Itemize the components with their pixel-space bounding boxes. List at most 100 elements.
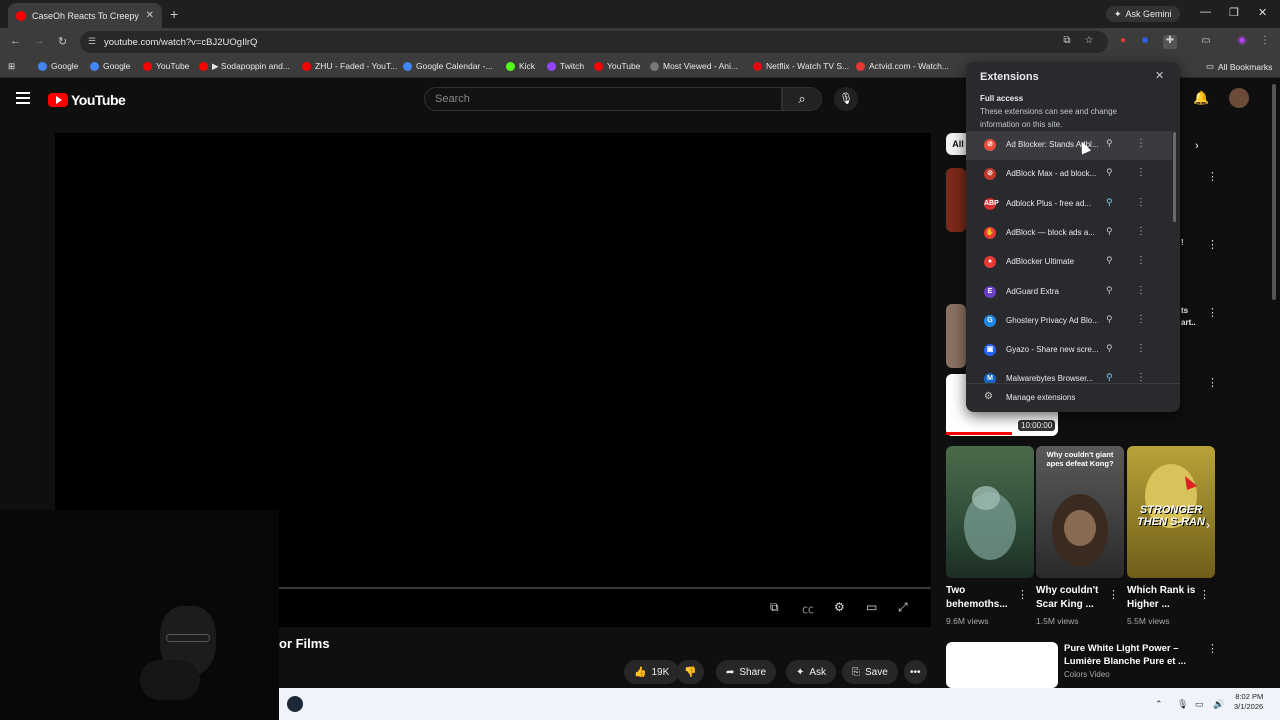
video-progress-bar[interactable]: [279, 587, 931, 589]
rec-title[interactable]: Pure White Light Power – Lumière Blanche…: [1064, 642, 1194, 668]
profile-icon[interactable]: ◉: [1235, 35, 1249, 49]
ask-button[interactable]: ✦ Ask: [786, 660, 837, 684]
system-clock[interactable]: 8:02 PM 3/1/2026: [1234, 692, 1263, 712]
save-button[interactable]: ⎘ Save: [842, 660, 898, 684]
youtube-logo[interactable]: YouTube: [48, 92, 126, 108]
rec-thumbnail[interactable]: [946, 304, 966, 368]
install-app-icon[interactable]: ⧉: [1060, 35, 1074, 49]
pin-icon[interactable]: ⚲: [1106, 226, 1113, 237]
short-thumbnail-1[interactable]: Why couldn't giant apes defeat Kong?: [1036, 446, 1124, 578]
more-vert-icon[interactable]: ⋮: [1136, 285, 1146, 296]
manage-extensions-button[interactable]: ⚙ Manage extensions: [966, 383, 1180, 412]
more-vert-icon[interactable]: ⋮: [1136, 138, 1146, 149]
extension-row[interactable]: G Ghostery Privacy Ad Blo... ⚲ ⋮: [966, 307, 1172, 336]
rec-thumbnail[interactable]: [946, 642, 1058, 688]
side-panel-icon[interactable]: ▭: [1199, 35, 1213, 49]
bookmark-8[interactable]: YouTube: [594, 61, 640, 71]
new-tab-button[interactable]: +: [170, 6, 178, 22]
pin-icon[interactable]: ⚲: [1106, 343, 1113, 354]
pin-icon[interactable]: ⚲: [1106, 197, 1113, 208]
more-vert-icon[interactable]: ⋮: [1207, 238, 1218, 251]
bookmark-6[interactable]: Kick: [506, 61, 535, 71]
bookmark-7[interactable]: Twitch: [547, 61, 584, 71]
dislike-button[interactable]: 👎: [676, 660, 705, 684]
more-vert-icon[interactable]: ⋮: [1136, 197, 1146, 208]
pin-icon[interactable]: ⚲: [1106, 255, 1113, 266]
short-thumbnail-0[interactable]: [946, 446, 1034, 578]
extension-row[interactable]: ⊘ AdBlock Max - ad block... ⚲ ⋮: [966, 160, 1172, 189]
avatar[interactable]: [1229, 88, 1249, 108]
volume-icon[interactable]: 🔊: [1213, 699, 1224, 710]
restore-icon[interactable]: ❐: [1229, 6, 1239, 19]
gyazo-toolbar-icon[interactable]: ■: [1138, 35, 1152, 49]
microphone-icon[interactable]: 🎙: [1177, 699, 1188, 710]
search-input[interactable]: Search: [424, 87, 782, 111]
more-vert-icon[interactable]: ⋮: [1017, 588, 1028, 601]
extension-row[interactable]: M Malwarebytes Browser... ⚲ ⋮: [966, 365, 1172, 383]
extensions-puzzle-icon[interactable]: ✚: [1163, 35, 1177, 49]
extension-row[interactable]: ABP Adblock Plus - free ad... ⚲ ⋮: [966, 190, 1172, 219]
more-vert-icon[interactable]: ⋮: [1207, 306, 1218, 319]
captions-icon[interactable]: ㏄: [802, 600, 814, 617]
theater-mode-icon[interactable]: ▭: [866, 600, 877, 614]
more-vert-icon[interactable]: ⋮: [1136, 167, 1146, 178]
more-vert-icon[interactable]: ⋮: [1199, 588, 1210, 601]
page-scrollbar[interactable]: [1272, 84, 1276, 300]
short-thumbnail-2[interactable]: STRONGER THEN S-RAN: [1127, 446, 1215, 578]
more-vert-icon[interactable]: ⋮: [1136, 343, 1146, 354]
extension-row[interactable]: ● AdBlocker Ultimate ⚲ ⋮: [966, 248, 1172, 277]
search-button[interactable]: ⌕: [782, 87, 822, 111]
bookmark-2[interactable]: YouTube: [143, 61, 189, 71]
network-icon[interactable]: ▭: [1195, 699, 1204, 710]
bookmark-1[interactable]: Google: [90, 61, 130, 71]
share-button[interactable]: ➦ Share: [716, 660, 777, 684]
forward-icon[interactable]: →: [34, 35, 45, 47]
hamburger-menu-icon[interactable]: [16, 92, 30, 104]
short-title[interactable]: Why couldn't Scar King ...: [1036, 584, 1112, 612]
more-vert-icon[interactable]: ⋮: [1207, 170, 1218, 183]
bookmark-10[interactable]: Netflix - Watch TV S...: [753, 61, 849, 71]
bookmark-5[interactable]: Google Calendar -...: [403, 61, 493, 71]
adblock-toolbar-icon[interactable]: ●: [1116, 35, 1130, 49]
steam-icon[interactable]: [287, 696, 303, 712]
fullscreen-icon[interactable]: ⤢: [898, 600, 908, 615]
minimize-icon[interactable]: —: [1200, 6, 1211, 18]
pin-icon[interactable]: ⚲: [1106, 167, 1113, 178]
notifications-bell-icon[interactable]: 🔔: [1193, 90, 1209, 106]
more-actions-button[interactable]: •••: [904, 660, 927, 684]
chevron-right-icon[interactable]: ›: [1195, 140, 1199, 152]
bookmark-star-icon[interactable]: ☆: [1082, 35, 1096, 49]
more-vert-icon[interactable]: ⋮: [1207, 642, 1218, 655]
more-vert-icon[interactable]: ⋮: [1108, 588, 1119, 601]
bookmark-4[interactable]: ZHU - Faded - YouT...: [302, 61, 397, 71]
back-icon[interactable]: ←: [10, 35, 21, 47]
short-title[interactable]: Which Rank is Higher ...: [1127, 584, 1203, 612]
voice-search-icon[interactable]: 🎙: [834, 87, 858, 111]
ask-gemini-button[interactable]: ✦ Ask Gemini: [1106, 6, 1180, 22]
menu-kebab-icon[interactable]: ⋮: [1258, 35, 1272, 49]
bookmark-3[interactable]: ▶ Sodapoppin and...: [199, 61, 290, 72]
short-title[interactable]: Two behemoths...: [946, 584, 1022, 612]
bookmark-11[interactable]: Actvid.com - Watch...: [856, 61, 949, 71]
tab-active[interactable]: CaseOh Reacts To Creepy Short ✕: [8, 3, 162, 28]
pin-icon[interactable]: ⚲: [1106, 138, 1113, 149]
more-vert-icon[interactable]: ⋮: [1136, 372, 1146, 383]
bookmark-0[interactable]: Google: [38, 61, 78, 71]
close-icon[interactable]: ✕: [1155, 69, 1164, 82]
pin-icon[interactable]: ⚲: [1106, 372, 1113, 383]
site-info-icon[interactable]: ☰: [88, 36, 96, 47]
rec-channel[interactable]: Colors Video: [1064, 670, 1110, 679]
extension-row[interactable]: ▣ Gyazo - Share new scre... ⚲ ⋮: [966, 336, 1172, 365]
close-tab-icon[interactable]: ✕: [146, 10, 154, 21]
rec-thumbnail[interactable]: [946, 168, 966, 232]
more-vert-icon[interactable]: ⋮: [1136, 314, 1146, 325]
chevron-up-icon[interactable]: ⌃: [1155, 699, 1163, 710]
apps-grid-icon[interactable]: ⊞: [8, 61, 15, 72]
address-bar[interactable]: ☰ youtube.com/watch?v=cBJ2UOgIlrQ: [80, 31, 1108, 53]
bookmark-9[interactable]: Most Viewed - Ani...: [650, 61, 738, 71]
more-vert-icon[interactable]: ⋮: [1207, 376, 1218, 389]
pin-icon[interactable]: ⚲: [1106, 314, 1113, 325]
close-window-icon[interactable]: ✕: [1258, 6, 1267, 19]
all-bookmarks[interactable]: ▭ All Bookmarks: [1206, 61, 1272, 72]
extension-row[interactable]: ⊘ Ad Blocker: Stands Adbl... ⚲ ⋮: [966, 131, 1172, 160]
